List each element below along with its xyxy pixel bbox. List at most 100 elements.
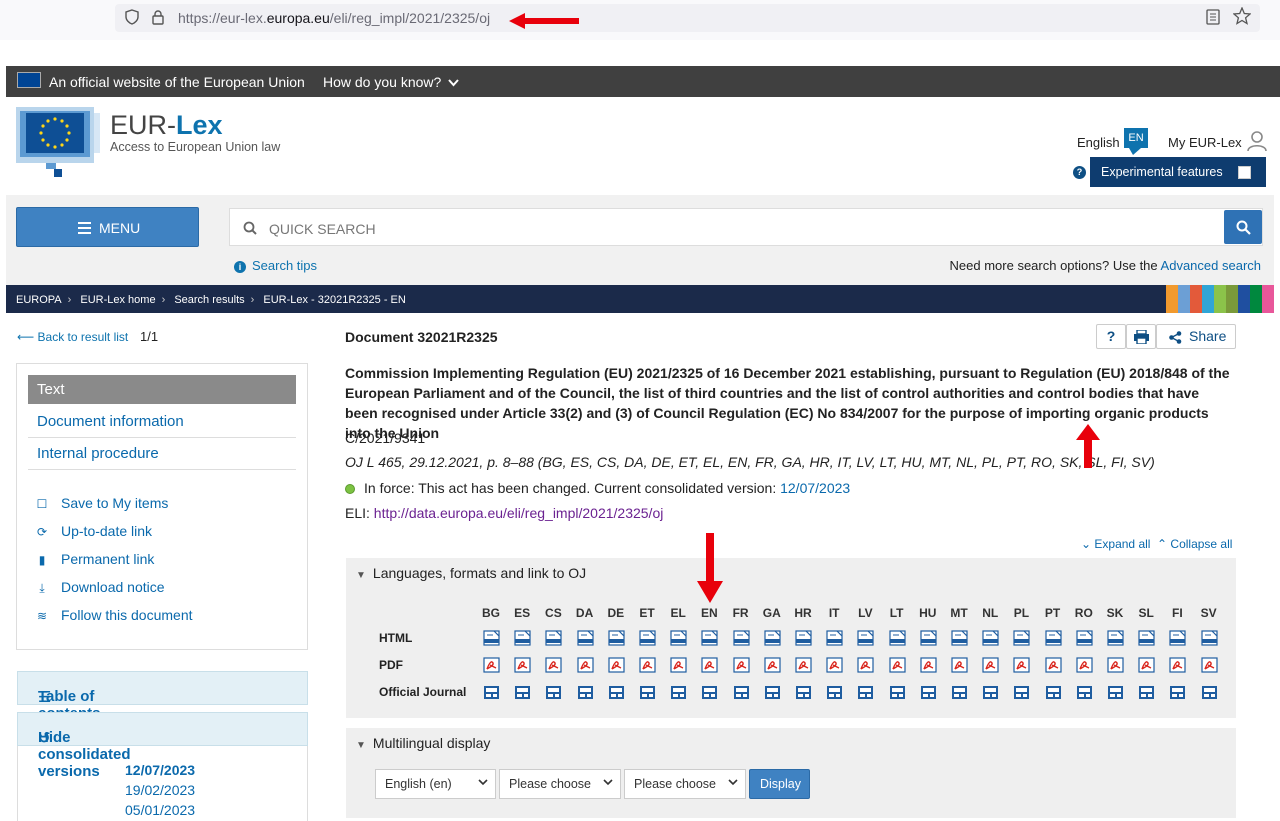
eurlex-logo[interactable]	[16, 107, 100, 177]
official-journal-icon[interactable]	[1169, 684, 1187, 700]
document-information-link[interactable]: Document information	[37, 413, 184, 430]
languages-panel-toggle[interactable]: ▼ Languages, formats and link to OJ	[356, 565, 586, 581]
pdf-file-icon[interactable]	[639, 657, 657, 673]
language-select-3[interactable]: Please choose	[624, 769, 746, 799]
language-select-2[interactable]: Please choose	[499, 769, 621, 799]
print-button[interactable]	[1126, 324, 1156, 349]
menu-button[interactable]: MENU	[16, 207, 199, 247]
html-file-icon[interactable]	[701, 630, 719, 646]
official-journal-icon[interactable]	[1045, 684, 1063, 700]
official-journal-icon[interactable]	[545, 684, 563, 700]
html-file-icon[interactable]	[639, 630, 657, 646]
consolidated-version-link[interactable]: 12/07/2023	[125, 762, 195, 778]
language-code-badge[interactable]: EN	[1124, 128, 1148, 148]
shield-icon[interactable]	[124, 9, 140, 25]
experimental-features-toggle[interactable]: Experimental features	[1090, 157, 1266, 187]
official-journal-icon[interactable]	[1013, 684, 1031, 700]
html-file-icon[interactable]	[888, 630, 907, 646]
pdf-file-icon[interactable]	[795, 657, 813, 673]
pdf-file-icon[interactable]	[670, 657, 688, 673]
advanced-search-link[interactable]: Advanced search	[1161, 258, 1261, 273]
html-file-icon[interactable]	[1169, 630, 1187, 646]
pdf-file-icon[interactable]	[857, 657, 875, 673]
permanent-link[interactable]: ▮ Permanent link	[35, 551, 155, 567]
html-file-icon[interactable]	[608, 630, 626, 646]
user-icon[interactable]	[1246, 130, 1268, 152]
pdf-file-icon[interactable]	[608, 657, 626, 673]
html-file-icon[interactable]	[1076, 630, 1094, 646]
language-selector[interactable]: English	[1077, 135, 1120, 150]
pdf-file-icon[interactable]	[1044, 657, 1063, 673]
hide-consolidated-versions-toggle[interactable]: ↺ Hide consolidated versions	[17, 712, 308, 780]
search-submit-button[interactable]	[1224, 210, 1262, 244]
official-journal-icon[interactable]	[577, 684, 595, 700]
pdf-file-icon[interactable]	[1138, 657, 1156, 673]
official-journal-icon[interactable]	[951, 684, 969, 700]
help-icon[interactable]: ?	[1073, 166, 1086, 179]
pdf-file-icon[interactable]	[951, 657, 969, 673]
pdf-file-icon[interactable]	[1200, 657, 1219, 673]
official-journal-icon[interactable]	[1107, 684, 1125, 700]
html-file-icon[interactable]	[982, 630, 1000, 646]
official-journal-icon[interactable]	[733, 684, 751, 700]
multilingual-panel-toggle[interactable]: ▼ Multilingual display	[356, 735, 490, 751]
consolidated-version-link[interactable]: 19/02/2023	[125, 782, 195, 798]
official-journal-icon[interactable]	[795, 684, 813, 700]
html-file-icon[interactable]	[857, 630, 875, 646]
share-button[interactable]: Share	[1156, 324, 1236, 349]
official-journal-icon[interactable]	[639, 684, 657, 700]
internal-procedure-link[interactable]: Internal procedure	[37, 445, 159, 462]
html-file-icon[interactable]	[951, 630, 969, 646]
follow-document-link[interactable]: ≋ Follow this document	[35, 607, 193, 623]
pdf-file-icon[interactable]	[1107, 657, 1125, 673]
pdf-file-icon[interactable]	[514, 657, 532, 673]
html-file-icon[interactable]	[795, 630, 813, 646]
how-do-you-know-toggle[interactable]: How do you know?	[323, 74, 459, 90]
html-file-icon[interactable]	[826, 630, 844, 646]
html-file-icon[interactable]	[1013, 630, 1031, 646]
pdf-file-icon[interactable]	[1013, 657, 1031, 673]
pdf-file-icon[interactable]	[764, 657, 782, 673]
pdf-file-icon[interactable]	[1169, 657, 1187, 673]
html-file-icon[interactable]	[1200, 630, 1219, 646]
html-file-icon[interactable]	[545, 630, 563, 646]
official-journal-icon[interactable]	[670, 684, 688, 700]
tab-text[interactable]: Text	[28, 375, 296, 404]
official-journal-icon[interactable]	[483, 684, 501, 700]
experimental-features-checkbox[interactable]	[1238, 166, 1251, 179]
official-journal-icon[interactable]	[764, 684, 782, 700]
expand-all-link[interactable]: ⌄ Expand all	[1081, 537, 1150, 551]
official-journal-icon[interactable]	[982, 684, 1000, 700]
display-button[interactable]: Display	[749, 769, 810, 799]
download-notice-link[interactable]: ⤓ Download notice	[35, 579, 164, 596]
save-to-my-items-link[interactable]: ☐ Save to My items	[35, 495, 169, 511]
url-text[interactable]: https://eur-lex.europa.eu/eli/reg_impl/2…	[178, 10, 490, 26]
search-tips-link[interactable]: i Search tips	[234, 258, 317, 273]
html-file-icon[interactable]	[1138, 630, 1156, 646]
pdf-file-icon[interactable]	[1076, 657, 1094, 673]
pdf-file-icon[interactable]	[576, 657, 595, 673]
eli-link[interactable]: http://data.europa.eu/eli/reg_impl/2021/…	[374, 505, 664, 521]
consolidated-version-link[interactable]: 05/01/2023	[125, 802, 195, 818]
pdf-file-icon[interactable]	[701, 657, 719, 673]
html-file-icon[interactable]	[764, 630, 782, 646]
breadcrumb-search-results[interactable]: Search results	[174, 294, 244, 306]
official-journal-icon[interactable]	[514, 684, 532, 700]
pdf-file-icon[interactable]	[982, 657, 1000, 673]
up-to-date-link[interactable]: ⟳ Up-to-date link	[35, 523, 152, 539]
official-journal-icon[interactable]	[826, 684, 844, 700]
official-journal-icon[interactable]	[857, 684, 875, 700]
html-file-icon[interactable]	[1044, 630, 1063, 646]
pdf-file-icon[interactable]	[920, 657, 938, 673]
official-journal-icon[interactable]	[608, 684, 626, 700]
official-journal-icon[interactable]	[889, 684, 907, 700]
official-journal-icon[interactable]	[1138, 684, 1156, 700]
official-journal-icon[interactable]	[701, 684, 719, 700]
help-button[interactable]: ?	[1096, 324, 1126, 349]
official-journal-icon[interactable]	[1076, 684, 1094, 700]
html-file-icon[interactable]	[576, 630, 595, 646]
pdf-file-icon[interactable]	[483, 657, 501, 673]
official-journal-icon[interactable]	[920, 684, 938, 700]
html-file-icon[interactable]	[670, 630, 688, 646]
collapse-all-link[interactable]: ⌃ Collapse all	[1157, 537, 1232, 551]
